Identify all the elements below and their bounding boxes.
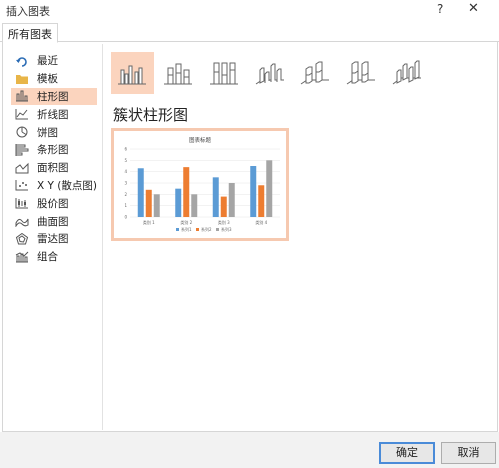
area-chart-icon: [15, 162, 29, 174]
variant-3d-clustered-column[interactable]: [248, 52, 291, 94]
stock-chart-icon: [15, 197, 29, 209]
scatter-chart-icon: [15, 179, 29, 191]
dialog-footer: 确定 取消: [0, 432, 499, 468]
variant-clustered-column[interactable]: [111, 52, 154, 94]
clustered-3d-column-icon: [255, 63, 284, 85]
legend-label: 系列1: [181, 226, 192, 232]
chart-type-sidebar: 最近 模板 柱形图 折线图 饼图 条形图 面积图 X Y (散点图) 股价图 曲…: [11, 52, 97, 266]
sidebar-item-combo[interactable]: 组合: [11, 248, 97, 266]
sidebar-item-label: 折线图: [37, 108, 69, 121]
sidebar-item-label: 条形图: [37, 144, 69, 157]
preview-heading: 簇状柱形图: [113, 106, 189, 124]
close-icon[interactable]: ✕: [468, 1, 479, 16]
stacked-3d-column-icon: [300, 61, 330, 85]
x-tick-label: 类别 3: [218, 219, 230, 225]
column-chart-icon: [15, 90, 29, 102]
y-tick-label: 1: [124, 203, 127, 208]
sidebar-item-templates[interactable]: 模板: [11, 70, 97, 88]
sidebar-item-radar[interactable]: 雷达图: [11, 230, 97, 248]
3d-column-icon: [392, 60, 421, 85]
bar-系列2-类别 3: [220, 196, 227, 217]
variant-3d-column[interactable]: [385, 52, 428, 94]
bar-系列2-类别 4: [258, 185, 265, 217]
line-chart-icon: [15, 108, 29, 120]
sidebar-item-label: 面积图: [37, 162, 69, 175]
legend-label: 系列2: [201, 226, 212, 232]
legend-swatch: [216, 228, 219, 231]
chart-subtype-gallery: [111, 52, 431, 94]
bar-系列1-类别 1: [137, 168, 144, 217]
stacked-100-column-icon: [209, 62, 238, 85]
variant-stacked-100-column[interactable]: [202, 52, 245, 94]
bar-系列1-类别 3: [212, 177, 219, 217]
chart-title: 图表标题: [189, 136, 212, 144]
y-tick-label: 3: [124, 181, 127, 186]
y-tick-label: 6: [124, 147, 127, 152]
legend-swatch: [176, 228, 179, 231]
sidebar-item-scatter[interactable]: X Y (散点图): [11, 177, 97, 195]
clustered-column-icon: [118, 65, 147, 85]
legend-swatch: [196, 228, 199, 231]
y-tick-label: 0: [124, 215, 127, 220]
undo-arrow-icon: [15, 55, 29, 67]
stacked-column-icon: [164, 63, 193, 85]
main-panel: 最近 模板 柱形图 折线图 饼图 条形图 面积图 X Y (散点图) 股价图 曲…: [2, 42, 498, 432]
radar-chart-icon: [15, 232, 29, 245]
sidebar-item-stock[interactable]: 股价图: [11, 194, 97, 212]
sidebar-item-label: 组合: [37, 251, 58, 264]
bar-系列1-类别 2: [175, 188, 182, 217]
variant-3d-stacked-100-column[interactable]: [340, 52, 383, 94]
window-title: 插入图表: [6, 5, 50, 18]
stacked-100-3d-column-icon: [346, 61, 375, 85]
combo-chart-icon: [15, 251, 29, 263]
sidebar-item-label: 最近: [37, 55, 58, 68]
bar-系列2-类别 1: [145, 189, 152, 217]
tab-all-charts[interactable]: 所有图表: [2, 23, 58, 43]
variant-3d-stacked-column[interactable]: [294, 52, 337, 94]
sidebar-item-label: X Y (散点图): [37, 179, 97, 192]
sidebar-item-pie[interactable]: 饼图: [11, 123, 97, 141]
y-tick-label: 2: [124, 192, 127, 197]
sidebar-item-label: 柱形图: [37, 90, 69, 103]
title-bar: 插入图表 ? ✕: [0, 0, 499, 20]
sidebar-item-label: 股价图: [37, 197, 69, 210]
surface-chart-icon: [15, 215, 29, 228]
sidebar-item-area[interactable]: 面积图: [11, 159, 97, 177]
bar-chart-icon: [15, 143, 29, 156]
folder-icon: [15, 73, 29, 85]
bar-系列3-类别 4: [266, 160, 273, 217]
sidebar-item-recent[interactable]: 最近: [11, 52, 97, 70]
x-tick-label: 类别 4: [255, 219, 267, 225]
pie-chart-icon: [15, 126, 29, 138]
sidebar-item-label: 曲面图: [37, 215, 69, 228]
bar-系列1-类别 4: [250, 166, 257, 217]
preview-chart: 图表标题 0 1 2 3 4 5 6 类别 1 类别 2 类别 3 类别 4 系列1 系列2 系列3: [124, 136, 280, 232]
chart-preview[interactable]: 图表标题 0 1 2 3 4 5 6 类别 1 类别 2 类别 3 类别 4 系列1 系列2 系列3: [111, 128, 289, 241]
ok-button[interactable]: 确定: [379, 442, 435, 464]
bar-系列2-类别 2: [183, 167, 190, 217]
bar-系列3-类别 3: [228, 183, 235, 217]
variant-stacked-column[interactable]: [157, 52, 200, 94]
bar-系列3-类别 1: [153, 194, 160, 217]
bar-系列3-类别 2: [191, 194, 198, 217]
sidebar-item-label: 模板: [37, 73, 58, 86]
x-tick-label: 类别 1: [143, 219, 155, 225]
y-tick-label: 5: [124, 158, 127, 163]
sidebar-item-label: 雷达图: [37, 233, 69, 246]
x-tick-label: 类别 2: [180, 219, 192, 225]
tab-bar: 所有图表: [0, 20, 499, 43]
cancel-button[interactable]: 取消: [441, 442, 496, 464]
legend-label: 系列3: [221, 226, 232, 232]
panel-divider: [102, 44, 103, 430]
sidebar-item-surface[interactable]: 曲面图: [11, 212, 97, 230]
sidebar-item-line[interactable]: 折线图: [11, 105, 97, 123]
sidebar-item-bar[interactable]: 条形图: [11, 141, 97, 159]
sidebar-item-column[interactable]: 柱形图: [11, 87, 97, 106]
y-tick-label: 4: [124, 169, 127, 174]
sidebar-item-label: 饼图: [37, 126, 58, 139]
help-button[interactable]: ?: [437, 2, 443, 16]
